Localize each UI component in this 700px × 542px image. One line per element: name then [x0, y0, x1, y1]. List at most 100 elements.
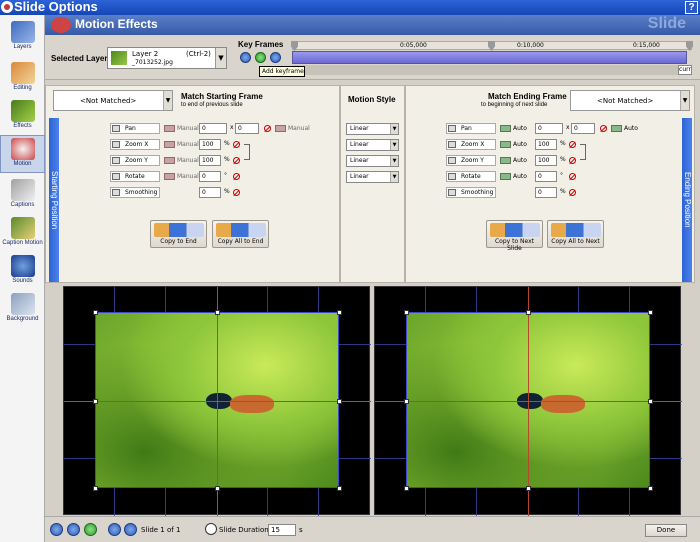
pan-x-input[interactable]: 0: [199, 123, 227, 134]
zoom-y-input[interactable]: 100: [535, 155, 557, 166]
resize-handle[interactable]: [93, 486, 98, 491]
reset-icon[interactable]: [264, 125, 271, 132]
resize-handle[interactable]: [404, 399, 409, 404]
sidebar-item-caption-motion[interactable]: Caption Motion: [0, 215, 45, 253]
previous-slide-button[interactable]: [108, 523, 121, 536]
motion-style-select-zoom-y[interactable]: Linear ▼: [346, 155, 399, 167]
keyframe-marker[interactable]: [686, 41, 693, 51]
resize-handle[interactable]: [648, 486, 653, 491]
help-button[interactable]: ?: [685, 1, 698, 14]
reset-icon[interactable]: [569, 173, 576, 180]
resize-handle[interactable]: [215, 310, 220, 315]
smoothing-input[interactable]: 0: [199, 187, 221, 198]
zoom-x-property[interactable]: Zoom X: [110, 139, 160, 150]
zoom-x-input[interactable]: 100: [535, 139, 557, 150]
sidebar-item-background[interactable]: Background: [0, 291, 45, 329]
end-match-select[interactable]: <Not Matched> ▼: [570, 90, 690, 111]
zoom-out-button[interactable]: [67, 523, 80, 536]
auto-toggle[interactable]: [611, 125, 622, 132]
manual-toggle[interactable]: [164, 173, 175, 180]
sidebar-item-sounds[interactable]: Sounds: [0, 253, 45, 291]
motion-style-select-pan[interactable]: Linear ▼: [346, 123, 399, 135]
rotate-input[interactable]: 0: [535, 171, 557, 182]
smoothing-property[interactable]: Smoothing: [110, 187, 160, 198]
sidebar-item-captions[interactable]: Captions: [0, 177, 45, 215]
keyframe-marker[interactable]: [291, 41, 298, 51]
sidebar-item-layers[interactable]: Layers: [0, 19, 45, 57]
resize-handle[interactable]: [404, 486, 409, 491]
done-button[interactable]: Done: [645, 524, 687, 537]
end-preview[interactable]: [374, 286, 682, 516]
resize-handle[interactable]: [337, 486, 342, 491]
chevron-down-icon[interactable]: ▼: [680, 91, 689, 110]
next-slide-button[interactable]: [124, 523, 137, 536]
pan-y-input[interactable]: 0: [571, 123, 595, 134]
manual-toggle[interactable]: [275, 125, 286, 132]
rotate-input[interactable]: 0: [199, 171, 221, 182]
reset-icon[interactable]: [600, 125, 607, 132]
reset-icon[interactable]: [569, 157, 576, 164]
reset-icon[interactable]: [233, 189, 240, 196]
copy-to-end-button[interactable]: Copy to End: [150, 220, 207, 248]
sidebar-item-editing[interactable]: Editing: [0, 60, 45, 98]
play-button[interactable]: [84, 523, 97, 536]
resize-handle[interactable]: [526, 486, 531, 491]
smoothing-property[interactable]: Smoothing: [446, 187, 496, 198]
copy-all-to-end-button[interactable]: Copy All to End: [212, 220, 269, 248]
copy-to-next-slide-button[interactable]: Copy to Next Slide: [486, 220, 543, 252]
chevron-down-icon[interactable]: ▼: [390, 156, 398, 166]
resize-handle[interactable]: [215, 486, 220, 491]
reset-icon[interactable]: [233, 173, 240, 180]
zoom-x-input[interactable]: 100: [199, 139, 221, 150]
copy-all-to-next-button[interactable]: Copy All to Next: [547, 220, 604, 248]
reset-icon[interactable]: [569, 141, 576, 148]
keyframe-timeline[interactable]: 0:05,000 0:10,000 0:15,000 curr: [291, 41, 693, 75]
auto-toggle[interactable]: [500, 157, 511, 164]
resize-handle[interactable]: [404, 310, 409, 315]
zoom-x-property[interactable]: Zoom X: [446, 139, 496, 150]
start-match-select[interactable]: <Not Matched> ▼: [53, 90, 173, 111]
zoom-in-button[interactable]: [50, 523, 63, 536]
keyframe-marker[interactable]: [488, 41, 495, 51]
add-keyframe-button[interactable]: [255, 52, 266, 63]
resize-handle[interactable]: [648, 310, 653, 315]
resize-handle[interactable]: [93, 399, 98, 404]
resize-handle[interactable]: [337, 399, 342, 404]
chevron-down-icon[interactable]: ▼: [215, 48, 226, 68]
resize-handle[interactable]: [93, 310, 98, 315]
reset-icon[interactable]: [569, 189, 576, 196]
link-zoom-icon[interactable]: [580, 144, 586, 160]
zoom-y-property[interactable]: Zoom Y: [110, 155, 160, 166]
rotate-property[interactable]: Rotate: [110, 171, 160, 182]
resize-handle[interactable]: [337, 310, 342, 315]
zoom-y-property[interactable]: Zoom Y: [446, 155, 496, 166]
pan-property[interactable]: Pan: [446, 123, 496, 134]
sidebar-item-effects[interactable]: Effects: [0, 98, 45, 136]
timeline-track[interactable]: [292, 51, 687, 64]
link-zoom-icon[interactable]: [244, 144, 250, 160]
previous-keyframe-button[interactable]: [240, 52, 251, 63]
start-preview[interactable]: [63, 286, 371, 516]
pan-x-input[interactable]: 0: [535, 123, 563, 134]
chevron-down-icon[interactable]: ▼: [390, 172, 398, 182]
resize-handle[interactable]: [526, 310, 531, 315]
timeline-scrollbar[interactable]: curr: [292, 65, 692, 75]
smoothing-input[interactable]: 0: [535, 187, 557, 198]
rotate-property[interactable]: Rotate: [446, 171, 496, 182]
auto-toggle[interactable]: [500, 125, 511, 132]
reset-icon[interactable]: [233, 157, 240, 164]
resize-handle[interactable]: [648, 399, 653, 404]
motion-style-select-rotate[interactable]: Linear ▼: [346, 171, 399, 183]
chevron-down-icon[interactable]: ▼: [390, 124, 398, 134]
pan-property[interactable]: Pan: [110, 123, 160, 134]
manual-toggle[interactable]: [164, 157, 175, 164]
chevron-down-icon[interactable]: ▼: [163, 91, 172, 110]
auto-toggle[interactable]: [500, 173, 511, 180]
manual-toggle[interactable]: [164, 141, 175, 148]
manual-toggle[interactable]: [164, 125, 175, 132]
pan-y-input[interactable]: 0: [235, 123, 259, 134]
sidebar-item-motion[interactable]: Motion: [0, 135, 45, 173]
motion-style-select-zoom-x[interactable]: Linear ▼: [346, 139, 399, 151]
zoom-y-input[interactable]: 100: [199, 155, 221, 166]
reset-icon[interactable]: [233, 141, 240, 148]
